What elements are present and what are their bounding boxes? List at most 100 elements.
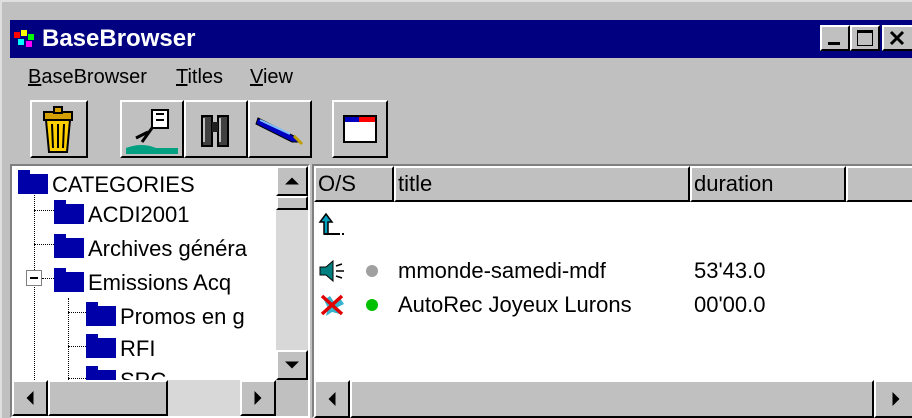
folder-icon — [54, 200, 84, 224]
scroll-left-button[interactable] — [314, 380, 350, 418]
tree-line — [68, 378, 86, 379]
tree-item-promos[interactable]: Promos en g — [86, 302, 245, 330]
tree-line — [68, 312, 86, 313]
tree-item-label: Archives généra — [88, 236, 247, 261]
scroll-thumb[interactable] — [350, 380, 874, 418]
record-button[interactable] — [120, 100, 184, 158]
tree-line — [42, 278, 54, 279]
title-bar[interactable]: BaseBrowser — [10, 20, 912, 58]
tree-item-acdi2001[interactable]: ACDI2001 — [54, 200, 190, 228]
tree-item-src[interactable]: SRC — [86, 366, 166, 380]
tree-item-label: Promos en g — [120, 304, 245, 329]
trash-can-icon — [43, 106, 73, 153]
menu-view[interactable]: View — [250, 66, 293, 89]
status-dot — [366, 265, 378, 277]
tree-hscrollbar[interactable] — [12, 380, 276, 416]
tree-item-archives[interactable]: Archives généra — [54, 234, 247, 262]
close-icon — [889, 30, 905, 46]
window-title: BaseBrowser — [42, 25, 196, 52]
menu-basebrowser[interactable]: BaseBrowser — [28, 66, 147, 89]
tree-item-categories[interactable]: CATEGORIES — [18, 170, 195, 198]
microphone-icon — [126, 109, 178, 154]
tree-item-emissions[interactable]: Emissions Acq — [54, 268, 232, 296]
minus-icon — [30, 277, 38, 279]
tree-viewport: CATEGORIES ACDI2001 Archives généra Emis… — [12, 166, 276, 380]
folder-icon — [86, 302, 116, 326]
menu-accel: B — [28, 66, 42, 88]
category-tree[interactable]: CATEGORIES ACDI2001 Archives généra Emis… — [10, 164, 310, 418]
menu-label: iew — [262, 66, 293, 88]
menu-accel: T — [176, 66, 188, 88]
column-title[interactable]: title — [394, 166, 690, 202]
edit-button[interactable] — [248, 100, 312, 158]
tree-item-label: SRC — [120, 368, 166, 380]
scroll-up-button[interactable] — [276, 166, 308, 196]
minimize-button[interactable] — [820, 25, 850, 51]
column-os[interactable]: O/S — [314, 166, 394, 202]
tree-line — [34, 210, 54, 211]
scroll-corner — [276, 380, 308, 416]
tree-item-label: CATEGORIES — [52, 172, 195, 197]
row-duration: 00'00.0 — [694, 292, 766, 317]
menu-label: itles — [187, 66, 224, 88]
scroll-left-button[interactable] — [12, 380, 48, 416]
list-hscrollbar[interactable] — [314, 380, 912, 418]
column-label: title — [398, 171, 433, 196]
row-title: mmonde-samedi-mdf — [398, 258, 606, 283]
menu-accel: V — [250, 66, 263, 88]
column-duration[interactable]: duration — [690, 166, 846, 202]
maximize-icon — [857, 30, 873, 46]
column-extra[interactable] — [846, 166, 912, 202]
tree-vscrollbar[interactable] — [276, 166, 308, 380]
scroll-right-button[interactable] — [874, 380, 912, 418]
scroll-right-button[interactable] — [240, 380, 276, 416]
maximize-button[interactable] — [850, 25, 880, 51]
speaker-icon — [319, 259, 344, 283]
folder-icon — [86, 366, 116, 380]
search-button[interactable] — [184, 100, 248, 158]
arrow-right-icon — [254, 391, 262, 405]
pen-icon — [255, 117, 304, 146]
tree-item-label: Emissions Acq — [88, 270, 232, 295]
list-row[interactable]: AutoRec Joyeux Lurons 00'00.0 — [314, 290, 874, 320]
window-button[interactable] — [332, 100, 388, 158]
column-label: duration — [694, 171, 774, 196]
row-duration: 53'43.0 — [694, 258, 766, 283]
titles-list[interactable]: O/S title duration mmonde-samedi-mdf 53'… — [312, 164, 912, 418]
column-label: O/S — [318, 171, 356, 196]
minimize-icon — [828, 42, 840, 45]
close-button[interactable] — [882, 25, 912, 51]
scroll-down-button[interactable] — [276, 350, 308, 380]
menu-titles[interactable]: Titles — [176, 66, 223, 89]
arrow-down-icon — [285, 361, 299, 369]
arrow-up-icon — [285, 177, 299, 185]
parent-folder-icon — [318, 212, 344, 235]
folder-icon — [18, 170, 48, 194]
tree-line — [68, 298, 69, 380]
row-title: AutoRec Joyeux Lurons — [398, 292, 632, 317]
tree-line — [34, 192, 35, 380]
tree-item-label: RFI — [120, 336, 156, 361]
app-icon — [14, 30, 34, 47]
collapse-toggle[interactable] — [26, 270, 42, 286]
arrow-left-icon — [26, 391, 34, 405]
tree-line — [34, 244, 54, 245]
binoculars-icon — [201, 115, 229, 147]
error-cross-icon — [320, 294, 344, 316]
tree-item-rfi[interactable]: RFI — [86, 334, 156, 362]
trash-button[interactable] — [30, 100, 88, 158]
folder-icon — [54, 234, 84, 258]
menu-label: aseBrowser — [41, 66, 147, 88]
folder-icon — [86, 334, 116, 358]
scroll-thumb[interactable] — [276, 196, 308, 210]
scroll-thumb[interactable] — [48, 380, 168, 416]
tree-line — [68, 346, 86, 347]
folder-icon — [54, 268, 84, 292]
tree-item-label: ACDI2001 — [88, 202, 190, 227]
list-row[interactable]: mmonde-samedi-mdf 53'43.0 — [314, 256, 874, 286]
arrow-right-icon — [892, 392, 900, 406]
window-icon — [343, 115, 377, 143]
arrow-left-icon — [328, 392, 336, 406]
app-window: BaseBrowser BaseBrowser Titles View CATE… — [0, 0, 912, 418]
status-dot — [366, 299, 378, 311]
